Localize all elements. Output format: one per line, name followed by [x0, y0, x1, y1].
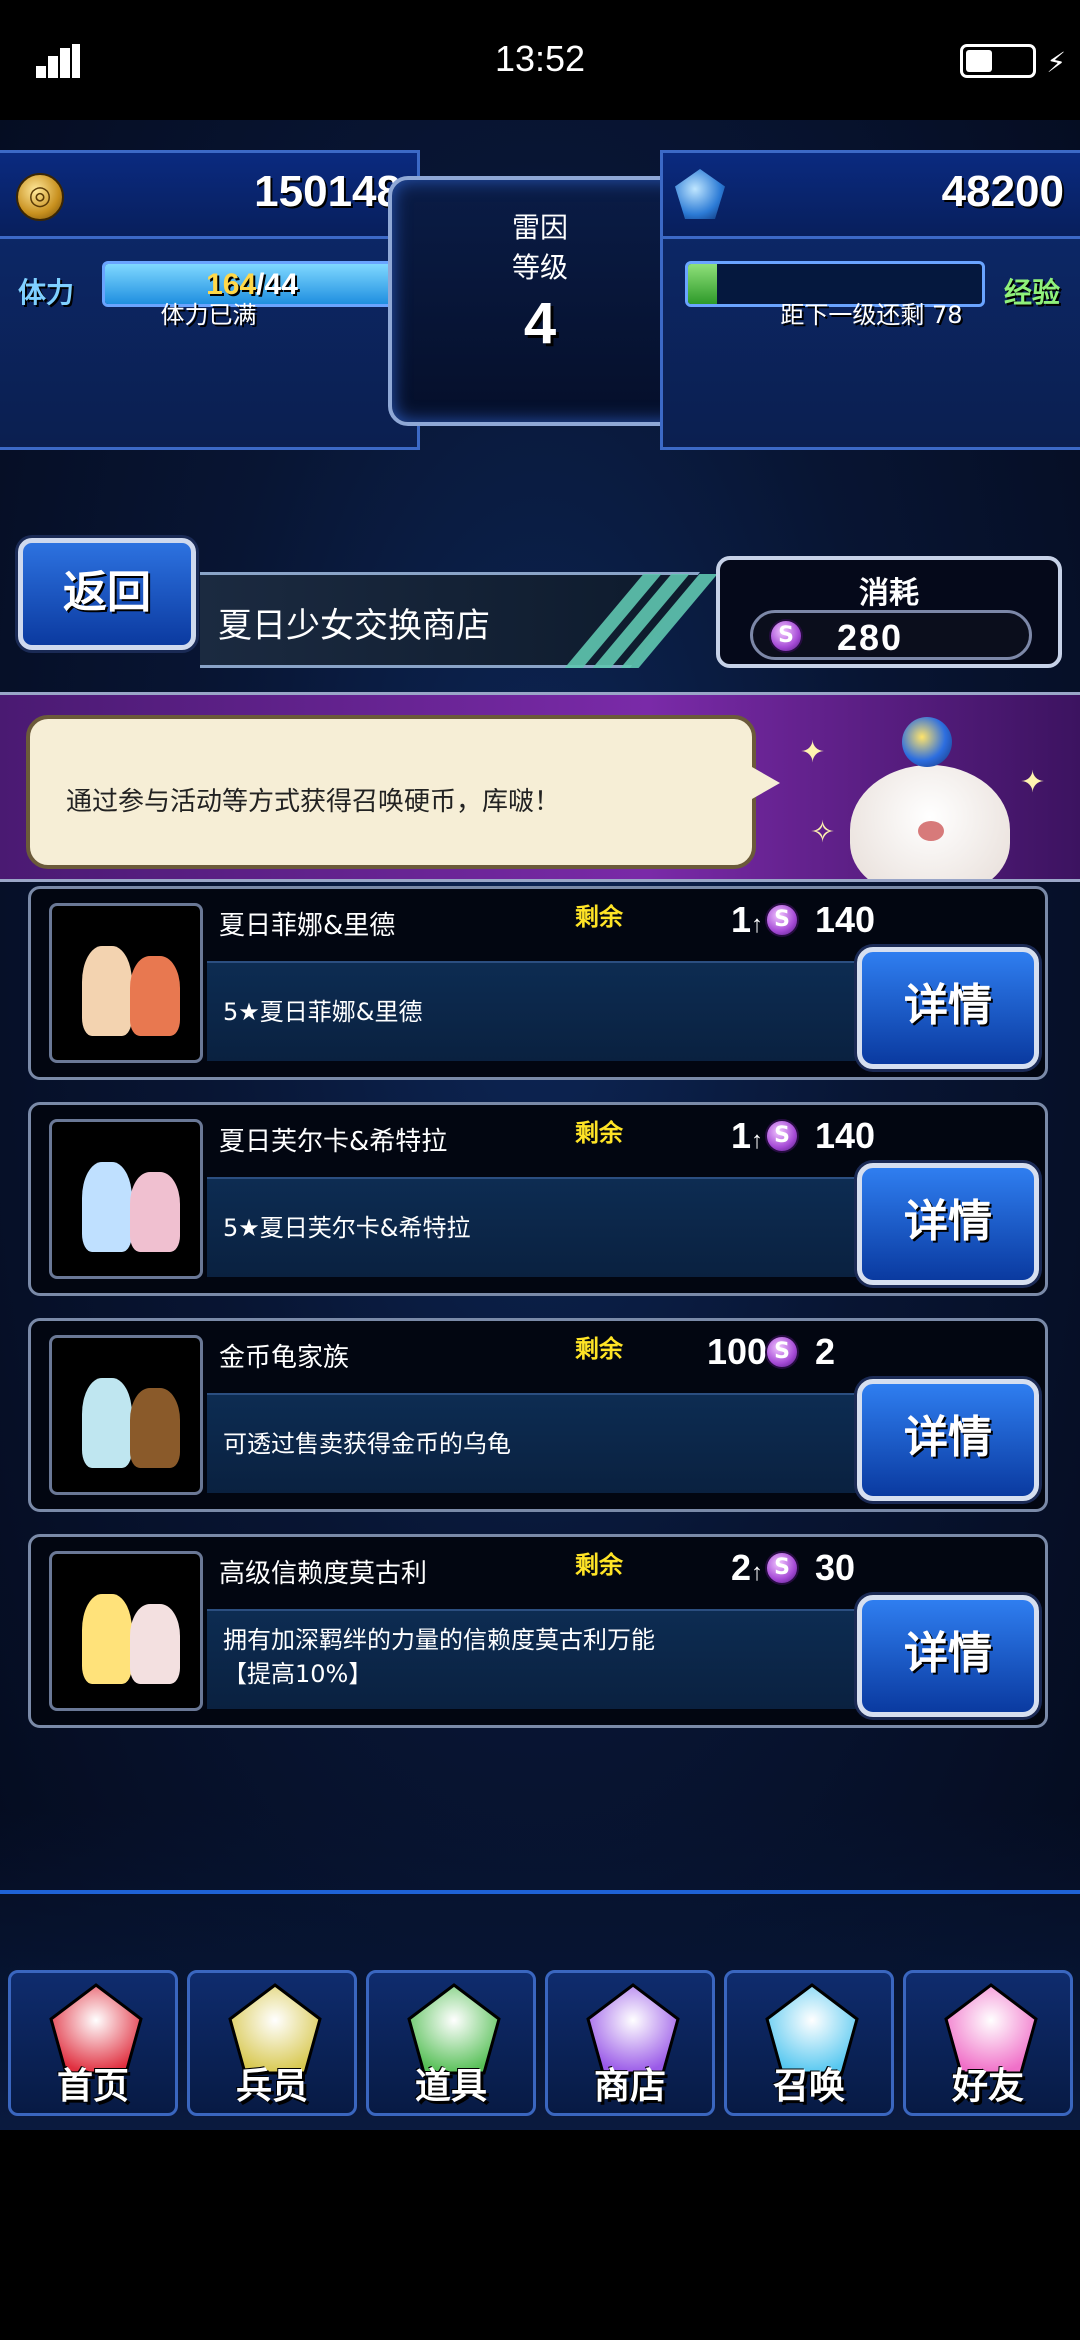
item-thumbnail — [49, 903, 203, 1063]
item-quantity-group: 1↑ — [731, 899, 763, 941]
item-price: 140 — [815, 899, 876, 940]
cost-pill: 280 — [750, 610, 1032, 660]
item-name: 金币龟家族 — [219, 1343, 350, 1373]
cost-box: 消耗 280 — [716, 556, 1062, 668]
nav-tab-1[interactable]: 兵员 — [187, 1970, 357, 2116]
item-description: 拥有加深羁绊的力量的信赖度莫古利万能 — [223, 1626, 655, 1654]
gem-amount: 48200 — [941, 167, 1064, 216]
hud-left-panel: 150148 体力 164/44 体力已满 — [0, 150, 420, 450]
item-quantity: 2 — [731, 1547, 752, 1588]
summon-coin-icon — [765, 1551, 799, 1585]
item-description-box: 5★夏日菲娜&里德 — [207, 961, 887, 1061]
summon-coin-icon — [769, 619, 803, 653]
stamina-note: 体力已满 — [160, 301, 257, 329]
shop-item: 夏日菲娜&里德 剩余 1↑ 140 5★夏日菲娜&里德 详情 — [28, 886, 1048, 1080]
item-thumbnail — [49, 1335, 203, 1495]
item-name: 夏日菲娜&里德 — [219, 911, 396, 941]
item-description-extra: 【提高10%】 — [223, 1660, 373, 1688]
shop-title: 夏日少女交换商店 — [218, 606, 490, 646]
item-quantity-group: 2↑ — [731, 1547, 763, 1589]
item-price: 2 — [815, 1331, 836, 1372]
nav-tab-3[interactable]: 商店 — [545, 1970, 715, 2116]
item-quantity: 100 — [707, 1331, 768, 1372]
exp-note: 距下一级还剩 78 — [780, 301, 963, 329]
item-quantity: 1 — [731, 1115, 752, 1156]
remaining-label: 剩余 — [575, 1119, 623, 1147]
summon-coin-icon — [765, 1119, 799, 1153]
gem-icon — [675, 169, 725, 219]
nav-tab-label: 道具 — [414, 2066, 487, 2107]
hud-right-panel: 48200 经验 距下一级还剩 78 — [660, 150, 1080, 450]
moogle-banner: 通过参与活动等方式获得召唤硬币，库啵！ ✦ ✦ ✧ — [0, 692, 1080, 882]
clock: 13:52 — [494, 38, 586, 79]
details-button[interactable]: 详情 — [857, 1163, 1039, 1285]
details-button[interactable]: 详情 — [857, 1379, 1039, 1501]
per-icon: ↑ — [751, 1127, 764, 1154]
player-name: 雷因 — [511, 211, 568, 244]
moogle-icon — [840, 717, 1020, 879]
bottom-bar — [0, 2130, 1080, 2340]
per-icon: ↑ — [751, 1559, 764, 1586]
item-quantity-group: 1↑ — [731, 1115, 763, 1157]
item-description: 可透过售卖获得金币的乌龟 — [223, 1430, 511, 1458]
nav-tab-5[interactable]: 好友 — [903, 1970, 1073, 2116]
back-button[interactable]: 返回 — [18, 538, 196, 650]
banner-message: 通过参与活动等方式获得召唤硬币，库啵！ — [66, 787, 561, 817]
speech-bubble: 通过参与活动等方式获得召唤硬币，库啵！ — [26, 715, 756, 869]
remaining-label: 剩余 — [575, 1551, 623, 1579]
item-description: 5★夏日芙尔卡&希特拉 — [223, 1214, 471, 1242]
details-button[interactable]: 详情 — [857, 1595, 1039, 1717]
nav-tab-label: 好友 — [951, 2066, 1024, 2107]
item-description-box: 拥有加深羁绊的力量的信赖度莫古利万能 【提高10%】 — [207, 1609, 887, 1709]
nav-tab-0[interactable]: 首页 — [8, 1970, 178, 2116]
nav-tab-label: 召唤 — [772, 2066, 845, 2107]
item-quantity: 1 — [731, 899, 752, 940]
cost-label: 消耗 — [859, 576, 919, 611]
nav-tab-label: 首页 — [56, 2066, 129, 2107]
shop-item: 夏日芙尔卡&希特拉 剩余 1↑ 140 5★夏日芙尔卡&希特拉 详情 — [28, 1102, 1048, 1296]
item-description: 5★夏日菲娜&里德 — [223, 998, 423, 1026]
nav-tab-label: 兵员 — [235, 2066, 308, 2107]
bubble-tail — [752, 767, 780, 799]
sparkle-icon: ✧ — [810, 815, 836, 850]
battery-icon: ⚡ — [960, 44, 1066, 79]
summon-coin-icon — [765, 1335, 799, 1369]
remaining-label: 剩余 — [575, 903, 623, 931]
status-bar: 13:52 ⚡ — [0, 0, 1080, 120]
shop-item: 金币龟家族 剩余 100↑ 2 可透过售卖获得金币的乌龟 详情 — [28, 1318, 1048, 1512]
item-price: 140 — [815, 1115, 876, 1156]
summon-coin-icon — [765, 903, 799, 937]
nav-tab-2[interactable]: 道具 — [366, 1970, 536, 2116]
nav-tab-label: 商店 — [593, 2066, 666, 2107]
player-level: 4 — [523, 291, 557, 356]
cost-value: 280 — [837, 617, 904, 658]
item-name: 高级信赖度莫古利 — [219, 1559, 428, 1589]
per-icon: ↑ — [751, 911, 764, 938]
item-description-box: 可透过售卖获得金币的乌龟 — [207, 1393, 887, 1493]
level-label: 等级 — [511, 251, 568, 284]
shop-item: 高级信赖度莫古利 剩余 2↑ 30 拥有加深羁绊的力量的信赖度莫古利万能 【提高… — [28, 1534, 1048, 1728]
details-button[interactable]: 详情 — [857, 947, 1039, 1069]
nav-tab-4[interactable]: 召唤 — [724, 1970, 894, 2116]
remaining-label: 剩余 — [575, 1335, 623, 1363]
player-hud: 150148 体力 164/44 体力已满 雷因 等级 4 48200 经验 距… — [0, 150, 1080, 450]
item-description-box: 5★夏日芙尔卡&希特拉 — [207, 1177, 887, 1277]
bottom-nav: 首页 兵员 道具 商店 召唤 好友 — [0, 1890, 1080, 2130]
sparkle-icon: ✦ — [800, 735, 826, 770]
item-price: 30 — [815, 1547, 856, 1588]
sparkle-icon: ✦ — [1020, 765, 1046, 800]
gil-coin-icon — [16, 173, 64, 221]
item-thumbnail — [49, 1551, 203, 1711]
item-name: 夏日芙尔卡&希特拉 — [219, 1127, 448, 1157]
item-thumbnail — [49, 1119, 203, 1279]
